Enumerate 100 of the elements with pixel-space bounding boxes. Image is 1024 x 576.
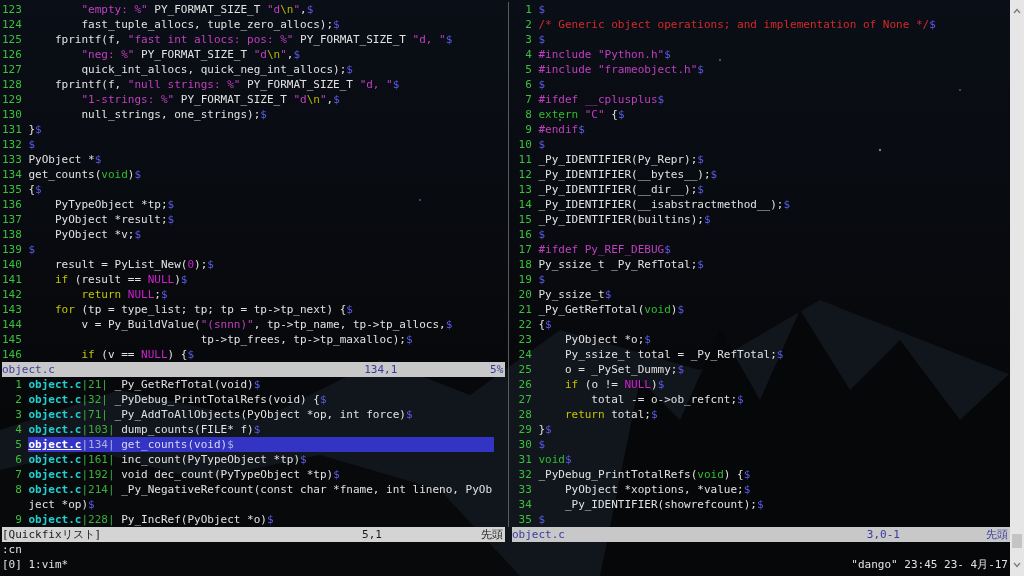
line-number: 131 [2,122,23,137]
code-line: tp->tp_frees, tp->tp_maxalloc);$ [199,332,413,347]
code-line: Py_ssize_t$ [538,287,612,302]
line-number: 139 [2,242,23,257]
line-number: 6 [524,77,533,92]
code-line: fprintf(f, "fast int allocs: pos: %" PY_FORMAT_SIZE_T "d, "$ [53,32,453,47]
cursor-position: 134,1 [364,362,399,377]
line-number: 125 [2,32,23,47]
file-name: object.c [2,362,56,377]
line-number: 27 [517,392,533,407]
line-number: 143 [2,302,23,317]
code-line: PyObject *xoptions, *value;$ [563,482,751,497]
code-line: "neg: %" PY_FORMAT_SIZE_T "d\n",$ [80,47,301,62]
code-line: quick_int_allocs, quick_neg_int_allocs);$ [80,62,353,77]
code-line: $ [538,137,545,152]
code-line: $ [538,437,545,452]
line-number: 127 [2,62,23,77]
code-line: #endif$ [538,122,585,137]
command-line[interactable]: :cn [2,542,1010,557]
scroll-position: 先頭 [986,527,1008,542]
line-number: 2 [524,17,533,32]
cursor-position: 3,0-1 [866,527,901,542]
line-number: 141 [2,272,23,287]
quickfix-item[interactable]: object.c|134| get_counts(void)$ [28,437,495,452]
code-line: PyObject *v;$ [53,227,142,242]
line-number: 31 [517,452,533,467]
quickfix-item[interactable]: object.c|71| _Py_AddToAllObjects(PyObject *op, int force)$ [28,407,495,422]
code-line: }$ [28,122,42,137]
line-number: 1 [524,2,533,17]
code-line: PyObject *$ [28,152,102,167]
code-line: _Py_IDENTIFIER(Py_Repr);$ [538,152,704,167]
code-line: _Py_IDENTIFIER(__dir__);$ [538,182,704,197]
scroll-position: 先頭 [481,527,504,542]
line-number: 13 [517,182,533,197]
line-number: 145 [2,332,23,347]
quickfix-item[interactable]: object.c|192| void dec_count(PyTypeObject *tp)$ [28,467,495,482]
code-line: {$ [28,182,42,197]
line-number: 14 [517,197,533,212]
line-number: 9 [14,512,23,527]
line-number: 128 [2,77,23,92]
line-number: 9 [524,122,533,137]
code-line: _Py_IDENTIFIER(showrefcount);$ [563,497,764,512]
code-line: get_counts(void)$ [28,167,142,182]
line-number: 134 [2,167,23,182]
quickfix-item[interactable]: object.c|32| _PyDebug_PrintTotalRefs(void) {$ [28,392,495,407]
line-number: 33 [517,482,533,497]
code-line: _PyDebug_PrintTotalRefs(void) {$ [538,467,751,482]
line-number: 2 [14,392,23,407]
file-name: [Quickfixリスト] [2,527,103,542]
line-number: 137 [2,212,23,227]
line-number: 8 [524,107,533,122]
line-number: 4 [14,422,23,437]
code-line: $ [538,77,545,92]
line-number: 29 [517,422,533,437]
code-line: if (v == NULL) {$ [80,347,195,362]
code-line: if (result == NULL)$ [53,272,188,287]
code-line: Py_ssize_t total = _Py_RefTotal;$ [563,347,784,362]
code-line: {$ [538,317,552,332]
quickfix-item[interactable]: object.c|103| dump_counts(FILE* f)$ [28,422,495,437]
quickfix-item[interactable]: object.c|214| _Py_NegativeRefcount(const char *fname, int lineno, PyObject *op)$ [28,482,495,512]
code-line: return NULL;$ [80,287,168,302]
line-number: 21 [517,302,533,317]
scroll-position: 5% [489,362,504,377]
code-line: if (o != NULL)$ [563,377,665,392]
line-number: 138 [2,227,23,242]
code-line: $ [538,2,545,17]
line-number: 129 [2,92,23,107]
code-line: #ifdef __cplusplus$ [538,92,665,107]
line-number: 124 [2,17,23,32]
line-number: 3 [524,32,533,47]
quickfix-item[interactable]: object.c|21| _Py_GetRefTotal(void)$ [28,377,495,392]
line-number: 16 [517,227,533,242]
quickfix-item[interactable]: object.c|161| inc_count(PyTypeObject *tp)$ [28,452,495,467]
line-number: 18 [517,257,533,272]
line-number: 5 [524,62,533,77]
code-line: null_strings, one_strings);$ [80,107,267,122]
status-text: "dango" 23:45 23- 4月-17 [851,557,1008,572]
line-number: 136 [2,197,23,212]
cursor-position: 5,1 [362,527,383,542]
code-line: Py_ssize_t _Py_RefTotal;$ [538,257,704,272]
line-number: 19 [517,272,533,287]
line-number: 30 [517,437,533,452]
line-number: 4 [524,47,533,62]
line-number: 144 [2,317,23,332]
line-number: 12 [517,167,533,182]
code-line: }$ [538,422,552,437]
line-number: 146 [2,347,23,362]
line-number: 17 [517,242,533,257]
line-number: 123 [2,2,23,17]
line-number: 130 [2,107,23,122]
code-line: _Py_IDENTIFIER(__bytes__);$ [538,167,718,182]
code-line: "empty: %" PY_FORMAT_SIZE_T "d\n",$ [80,2,314,17]
line-number: 140 [2,257,23,272]
line-number: 24 [517,347,533,362]
line-number: 7 [524,92,533,107]
code-line: _Py_IDENTIFIER(builtins);$ [538,212,711,227]
code-line: return total;$ [563,407,658,422]
quickfix-item[interactable]: object.c|228| Py_IncRef(PyObject *o)$ [28,512,495,527]
code-line: total -= o->ob_refcnt;$ [590,392,744,407]
window-tab[interactable]: [0] 1:vim* [2,557,69,572]
